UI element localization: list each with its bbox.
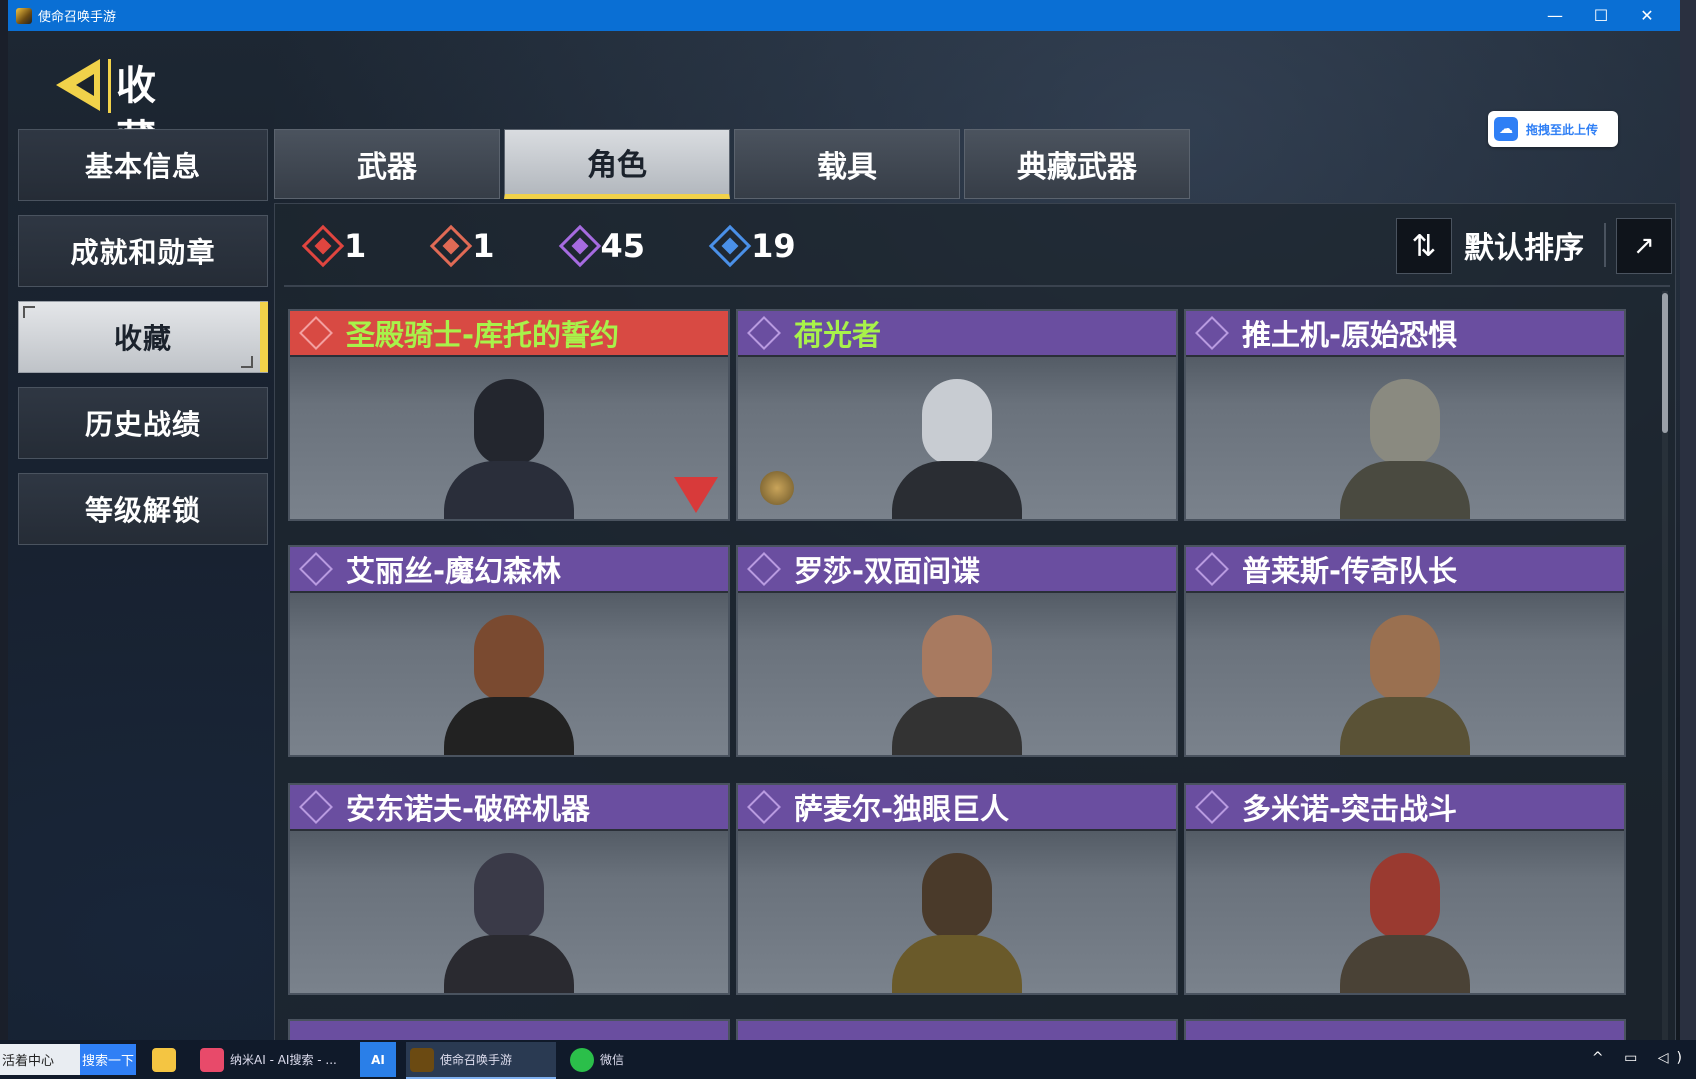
divider: [284, 285, 1670, 287]
character-portrait: [1340, 843, 1470, 993]
tab-vehicles[interactable]: 载具: [734, 129, 960, 199]
nav-collection-label: 收藏: [113, 322, 172, 355]
card-name: 艾丽丝-魔幻森林: [346, 554, 562, 588]
card-name: 萨麦尔-独眼巨人: [794, 792, 1010, 826]
cloud-upload-icon: ☁: [1494, 117, 1518, 141]
stat-rare: 19: [708, 224, 796, 268]
system-tray[interactable]: ^ ▭ ◁): [1592, 1050, 1690, 1066]
taskbar-item-ai[interactable]: AI: [360, 1042, 396, 1077]
card-name: 安东诺夫-破碎机器: [346, 792, 591, 826]
character-portrait: [892, 605, 1022, 755]
epic-rarity-icon: [1195, 316, 1229, 350]
back-button[interactable]: 收藏: [46, 45, 196, 163]
character-card[interactable]: 圣殿骑士-库托的誓约: [288, 309, 730, 521]
wechat-icon: [570, 1047, 594, 1072]
desktop-edge-right: [1680, 0, 1696, 1040]
stat-mythic: 1: [301, 224, 367, 268]
tab-characters[interactable]: 角色: [504, 129, 730, 199]
window-title: 使命召唤手游: [38, 10, 117, 25]
nav-level-unlock[interactable]: 等级解锁: [18, 473, 268, 545]
character-card-partial[interactable]: [736, 1019, 1178, 1040]
character-card[interactable]: 推土机-原始恐惧: [1184, 309, 1626, 521]
upload-dropzone[interactable]: ☁ 拖拽至此上传: [1488, 111, 1618, 147]
taskbar-item-label: 使命召唤手游: [440, 1053, 513, 1067]
card-name: 多米诺-突击战斗: [1242, 792, 1458, 826]
nav-history[interactable]: 历史战绩: [18, 387, 268, 459]
character-card[interactable]: 安东诺夫-破碎机器: [288, 783, 730, 995]
nav-achievements[interactable]: 成就和勋章: [18, 215, 268, 287]
legend-badge-icon: [674, 477, 718, 513]
stat-legendary-count: 1: [472, 227, 495, 265]
taskbar-item-wechat[interactable]: 微信: [566, 1042, 716, 1077]
game-area: 收藏 ☁ 拖拽至此上传 基本信息 成就和勋章 收藏 历史战绩 等级解锁 武器 角…: [8, 31, 1680, 1040]
epic-rarity-icon: [747, 552, 781, 586]
epic-rarity-icon: [299, 552, 333, 586]
desktop-edge-left: [0, 0, 8, 1040]
character-card[interactable]: 多米诺-突击战斗: [1184, 783, 1626, 995]
character-portrait: [444, 605, 574, 755]
game-app-icon: [410, 1047, 434, 1072]
card-name: 普莱斯-传奇队长: [1242, 554, 1458, 588]
taskbar-item-game[interactable]: 使命召唤手游: [406, 1042, 556, 1079]
character-portrait: [1340, 369, 1470, 519]
taskbar-search-input[interactable]: 活着中心: [0, 1044, 80, 1075]
character-card-partial[interactable]: [288, 1019, 730, 1040]
stat-legendary: 1: [430, 224, 495, 268]
character-card-partial[interactable]: [1184, 1019, 1626, 1040]
card-name: 推土机-原始恐惧: [1242, 318, 1458, 352]
tab-collector-weapons[interactable]: 典藏武器: [964, 129, 1190, 199]
share-icon[interactable]: ↗: [1616, 218, 1672, 274]
legendary-rarity-icon: [430, 224, 473, 268]
close-button[interactable]: ✕: [1624, 0, 1670, 31]
legendary-rarity-icon: [299, 316, 333, 350]
stat-epic: 45: [558, 224, 646, 268]
rarity-stats: 1 1 45 19: [301, 211, 866, 281]
mythic-rarity-icon: [301, 224, 345, 268]
taskbar-item-nano-ai[interactable]: 纳米AI - AI搜索 - ...: [196, 1042, 346, 1077]
stat-rare-count: 19: [751, 227, 796, 265]
sort-toggle-icon[interactable]: ⇅: [1396, 218, 1452, 274]
epic-rarity-icon: [747, 316, 781, 350]
stat-epic-count: 45: [600, 227, 646, 265]
character-portrait: [444, 843, 574, 993]
taskbar-search-button[interactable]: 搜索一下: [80, 1044, 136, 1075]
sort-dropdown[interactable]: 默认排序: [1464, 218, 1584, 272]
taskbar-item-label: 微信: [600, 1053, 625, 1067]
character-card[interactable]: 萨麦尔-独眼巨人: [736, 783, 1178, 995]
title-bar[interactable]: 使命召唤手游 — ☐ ✕: [8, 0, 1680, 31]
scrollbar-thumb[interactable]: [1662, 293, 1668, 433]
epic-rarity-icon: [747, 790, 781, 824]
epic-rarity-icon: [1195, 790, 1229, 824]
app-icon: [16, 7, 32, 24]
divider: [1604, 223, 1606, 267]
tab-weapons[interactable]: 武器: [274, 129, 500, 199]
card-name: 罗莎-双面间谍: [794, 554, 981, 588]
character-card[interactable]: 罗莎-双面间谍: [736, 545, 1178, 757]
epic-rarity-icon: [1195, 552, 1229, 586]
character-portrait: [444, 369, 574, 519]
upload-label: 拖拽至此上传: [1526, 122, 1599, 137]
character-portrait: [1340, 605, 1470, 755]
rank-badge-icon: [760, 471, 794, 505]
maximize-button[interactable]: ☐: [1578, 0, 1624, 31]
taskbar: 活着中心 搜索一下 纳米AI - AI搜索 - ... AI 使命召唤手游 微信…: [0, 1040, 1696, 1079]
nav-collection[interactable]: 收藏: [18, 301, 268, 373]
stat-mythic-count: 1: [344, 227, 367, 265]
character-card[interactable]: 普莱斯-传奇队长: [1184, 545, 1626, 757]
epic-rarity-icon: [558, 224, 601, 268]
card-name: 荷光者: [794, 318, 882, 352]
character-card[interactable]: 荷光者: [736, 309, 1178, 521]
file-explorer-icon[interactable]: [152, 1048, 176, 1072]
nav-basic-info[interactable]: 基本信息: [18, 129, 268, 201]
epic-rarity-icon: [299, 790, 333, 824]
card-name: 圣殿骑士-库托的誓约: [346, 318, 620, 352]
character-portrait: [892, 843, 1022, 993]
nano-ai-icon: [200, 1047, 224, 1072]
game-window: 使命召唤手游 — ☐ ✕ 收藏 ☁ 拖拽至此上传 基本信息 成就和勋章 收藏 历…: [8, 0, 1680, 1040]
taskbar-item-label: 纳米AI - AI搜索 - ...: [230, 1053, 337, 1067]
character-card[interactable]: 艾丽丝-魔幻森林: [288, 545, 730, 757]
character-portrait: [892, 369, 1022, 519]
minimize-button[interactable]: —: [1532, 0, 1578, 31]
rare-rarity-icon: [708, 224, 752, 268]
